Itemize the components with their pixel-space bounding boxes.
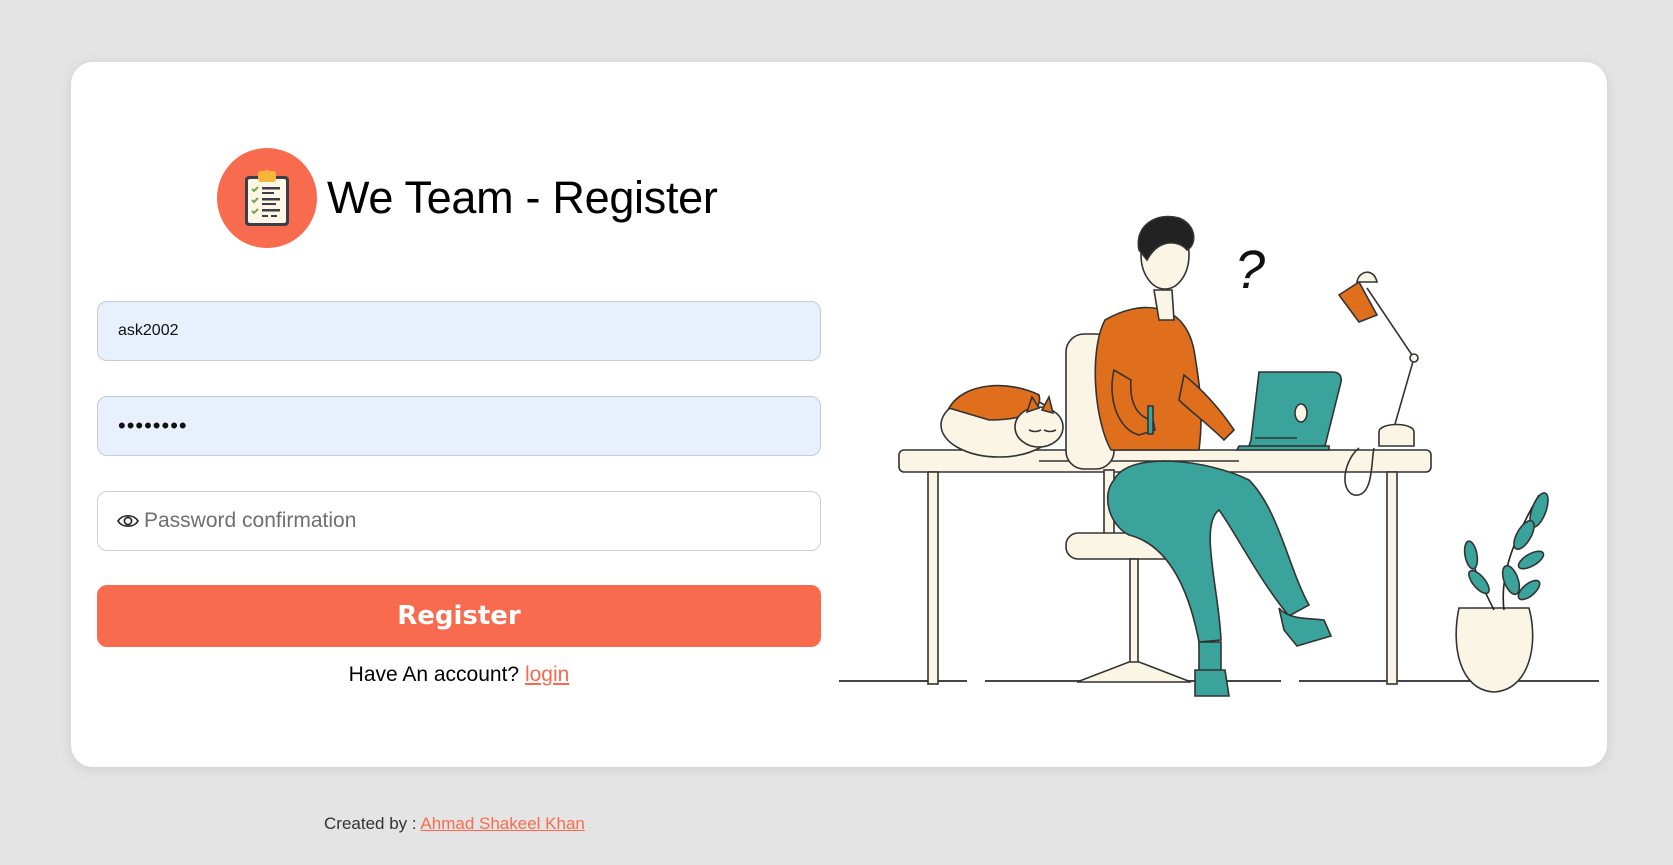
username-field[interactable] <box>97 301 821 361</box>
password-confirmation-field[interactable] <box>97 491 821 551</box>
clipboard-checklist-icon <box>245 170 289 226</box>
brand-header: We Team - Register <box>97 148 823 248</box>
footer-prefix: Created by : <box>324 814 417 833</box>
password-input[interactable] <box>118 397 798 455</box>
register-form: We Team - Register Register Have An acco… <box>97 62 823 767</box>
author-link[interactable]: Ahmad Shakeel Khan <box>420 814 584 833</box>
register-button[interactable]: Register <box>97 585 821 647</box>
login-link[interactable]: login <box>525 663 569 686</box>
logo <box>217 148 317 248</box>
account-prompt-text: Have An account? <box>348 663 520 686</box>
username-input[interactable] <box>118 302 798 360</box>
desk-illustration: ? <box>839 215 1599 697</box>
laptop <box>1235 371 1342 451</box>
login-prompt: Have An account? login <box>97 663 821 687</box>
eye-icon[interactable] <box>117 512 139 530</box>
password-confirmation-input[interactable] <box>144 492 804 550</box>
password-field[interactable] <box>97 396 821 456</box>
cat <box>940 384 1064 458</box>
question-mark: ? <box>1235 240 1265 300</box>
potted-plant <box>1455 492 1549 693</box>
register-card: We Team - Register Register Have An acco… <box>71 62 1607 767</box>
page-title: We Team - Register <box>327 172 718 223</box>
footer-credit: Created by : Ahmad Shakeel Khan <box>324 814 585 834</box>
